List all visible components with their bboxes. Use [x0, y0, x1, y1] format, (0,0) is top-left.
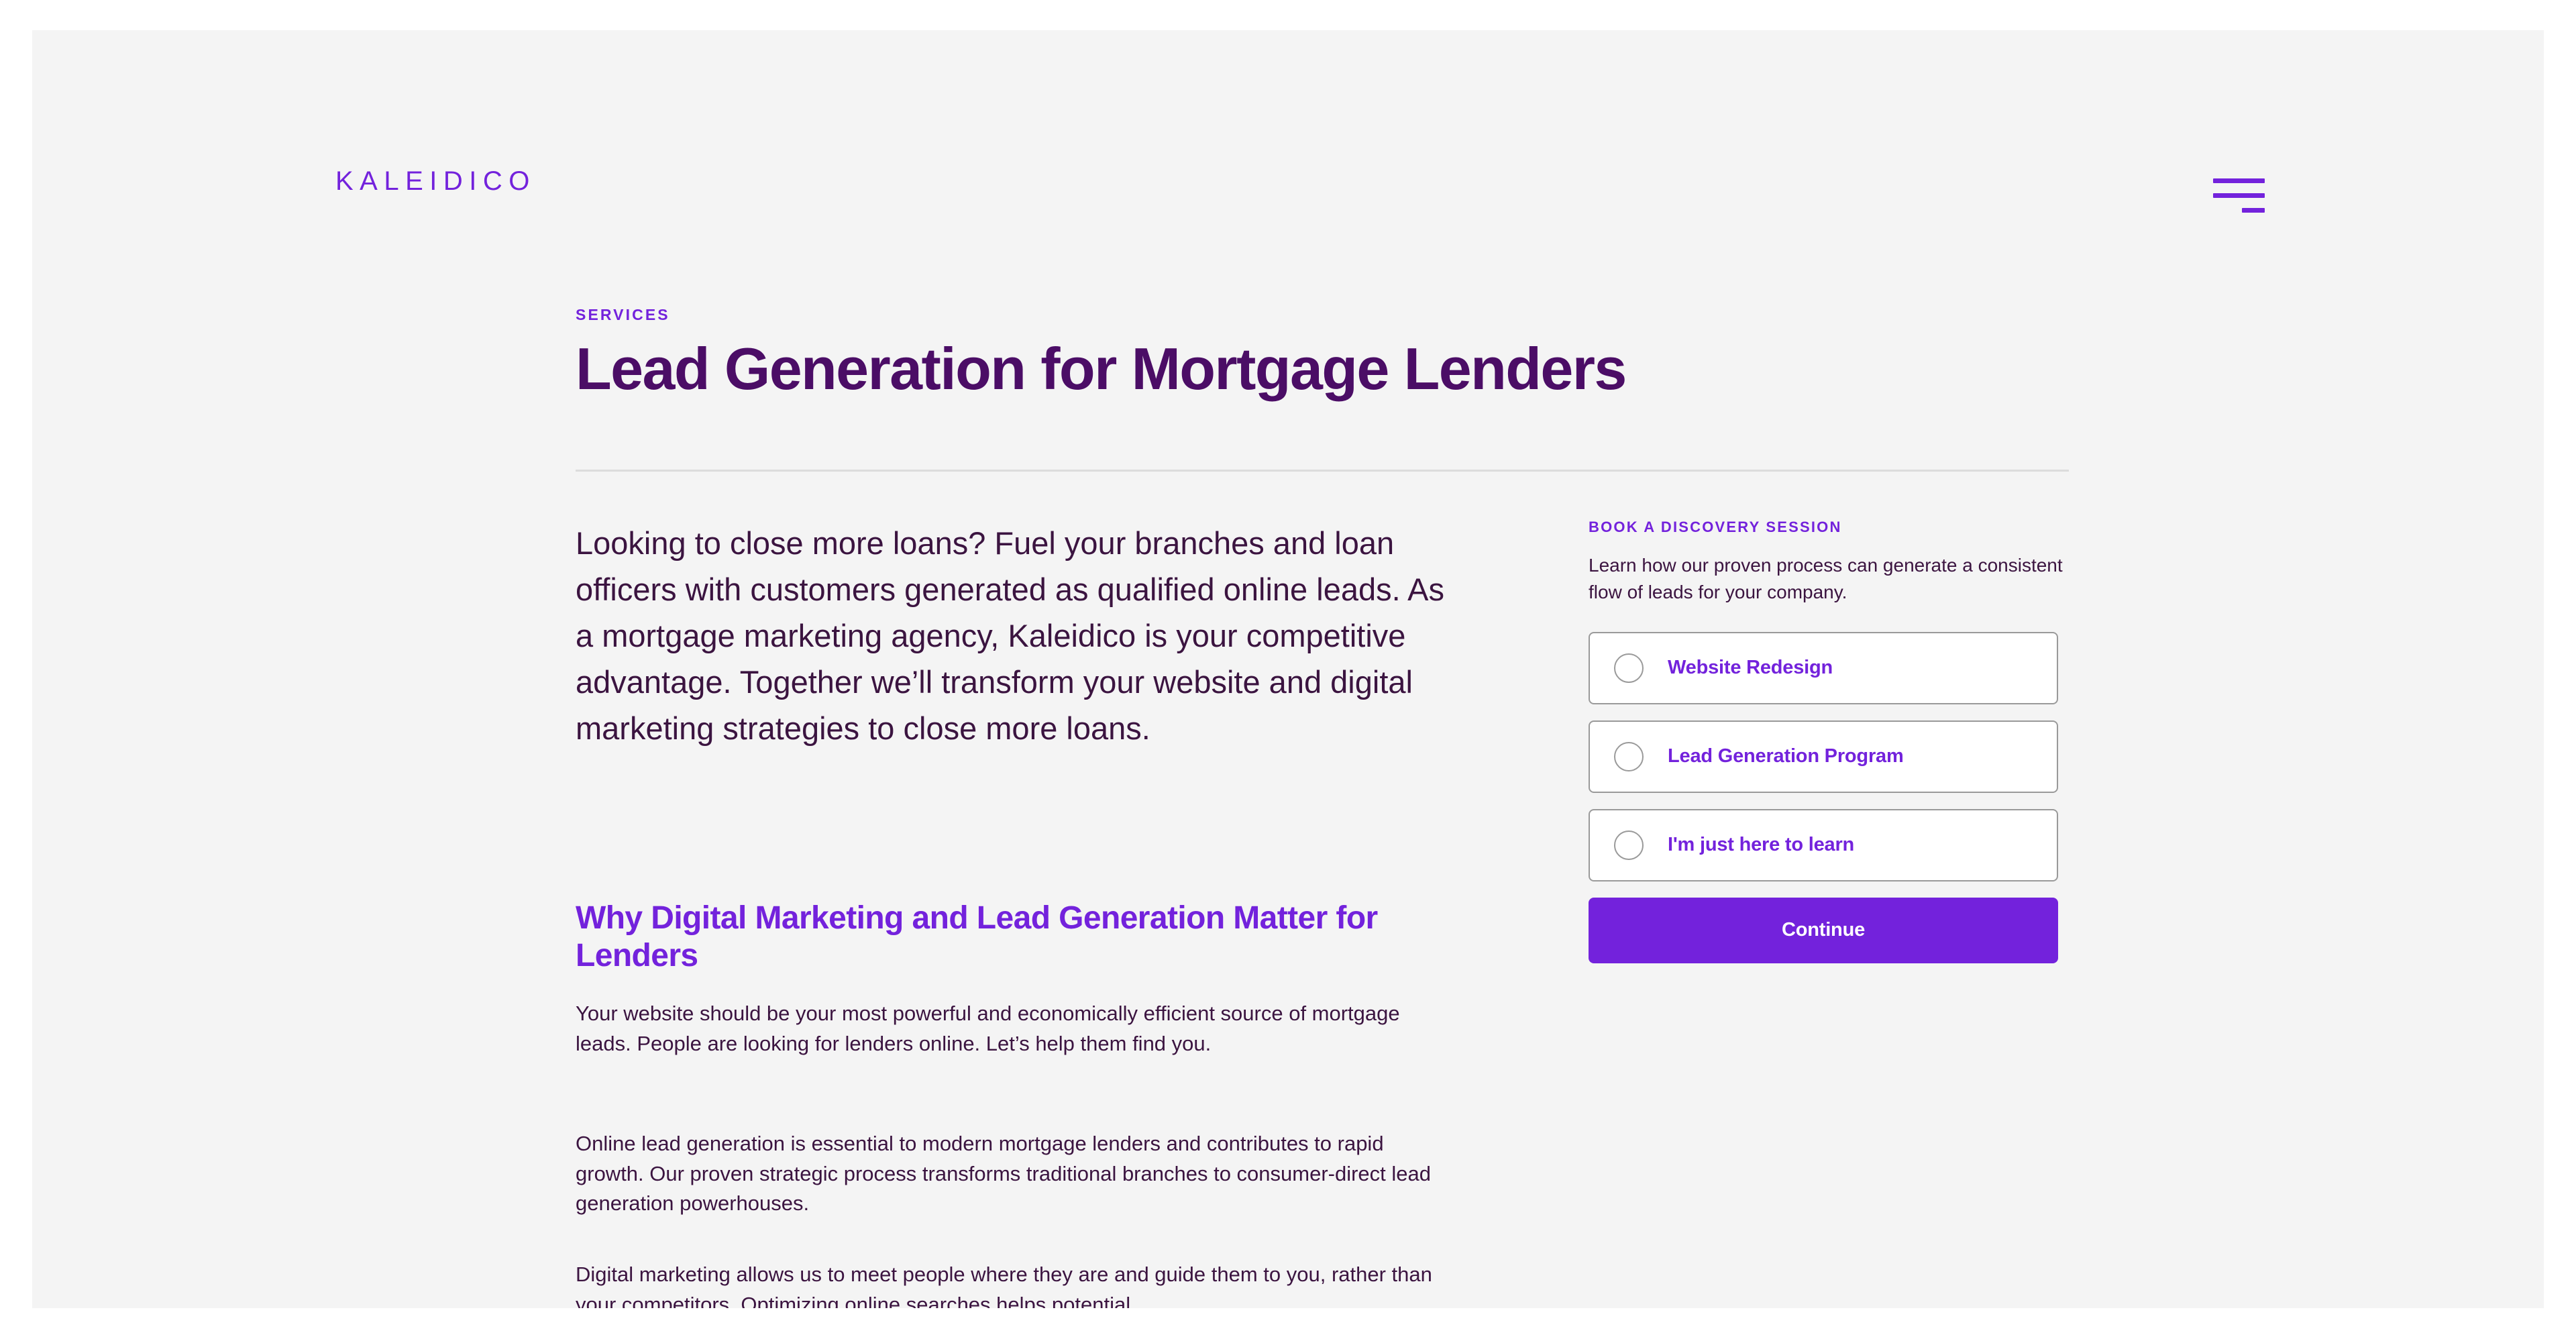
brand-logo[interactable]: KALEIDICO: [335, 168, 536, 195]
body-paragraph: Online lead generation is essential to m…: [576, 1132, 1432, 1216]
continue-button[interactable]: Continue: [1589, 897, 2058, 963]
article-column: Looking to close more loans? Fuel your b…: [576, 520, 1461, 1308]
content-row: Looking to close more loans? Fuel your b…: [576, 520, 2069, 1309]
radio-icon[interactable]: [1614, 741, 1644, 771]
option-just-here-to-learn[interactable]: I'm just here to learn: [1589, 808, 2058, 881]
eyebrow-label: SERVICES: [576, 306, 670, 323]
hamburger-bar-middle: [2213, 193, 2265, 198]
hero-section: SERVICES Lead Generation for Mortgage Le…: [576, 307, 2069, 400]
option-label: Website Redesign: [1668, 657, 1833, 679]
body-paragraph: Digital marketing allows us to meet peop…: [576, 1263, 1432, 1308]
hamburger-bar-bottom: [2242, 208, 2265, 213]
page-title: Lead Generation for Mortgage Lenders: [576, 335, 1627, 402]
form-description: Learn how our proven process can generat…: [1589, 555, 2063, 603]
lede-paragraph: Looking to close more loans? Fuel your b…: [576, 525, 1444, 747]
option-label: I'm just here to learn: [1668, 834, 1855, 856]
radio-icon[interactable]: [1614, 830, 1644, 860]
discovery-session-form: BOOK A DISCOVERY SESSION Learn how our p…: [1589, 520, 2069, 963]
hero-divider: [576, 470, 2069, 472]
section-heading: Why Digital Marketing and Lead Generatio…: [576, 900, 1378, 973]
hamburger-menu-icon[interactable]: [2199, 164, 2269, 217]
radio-icon[interactable]: [1614, 653, 1644, 683]
option-lead-generation-program[interactable]: Lead Generation Program: [1589, 720, 2058, 793]
option-website-redesign[interactable]: Website Redesign: [1589, 631, 2058, 704]
body-paragraph: Your website should be your most powerfu…: [576, 1002, 1400, 1055]
page-container: KALEIDICO SERVICES Lead Generation for M…: [32, 30, 2544, 1308]
hamburger-bar-top: [2213, 178, 2265, 183]
form-eyebrow-label: BOOK A DISCOVERY SESSION: [1589, 519, 1842, 535]
option-label: Lead Generation Program: [1668, 745, 1904, 767]
site-header: KALEIDICO: [32, 30, 2544, 213]
